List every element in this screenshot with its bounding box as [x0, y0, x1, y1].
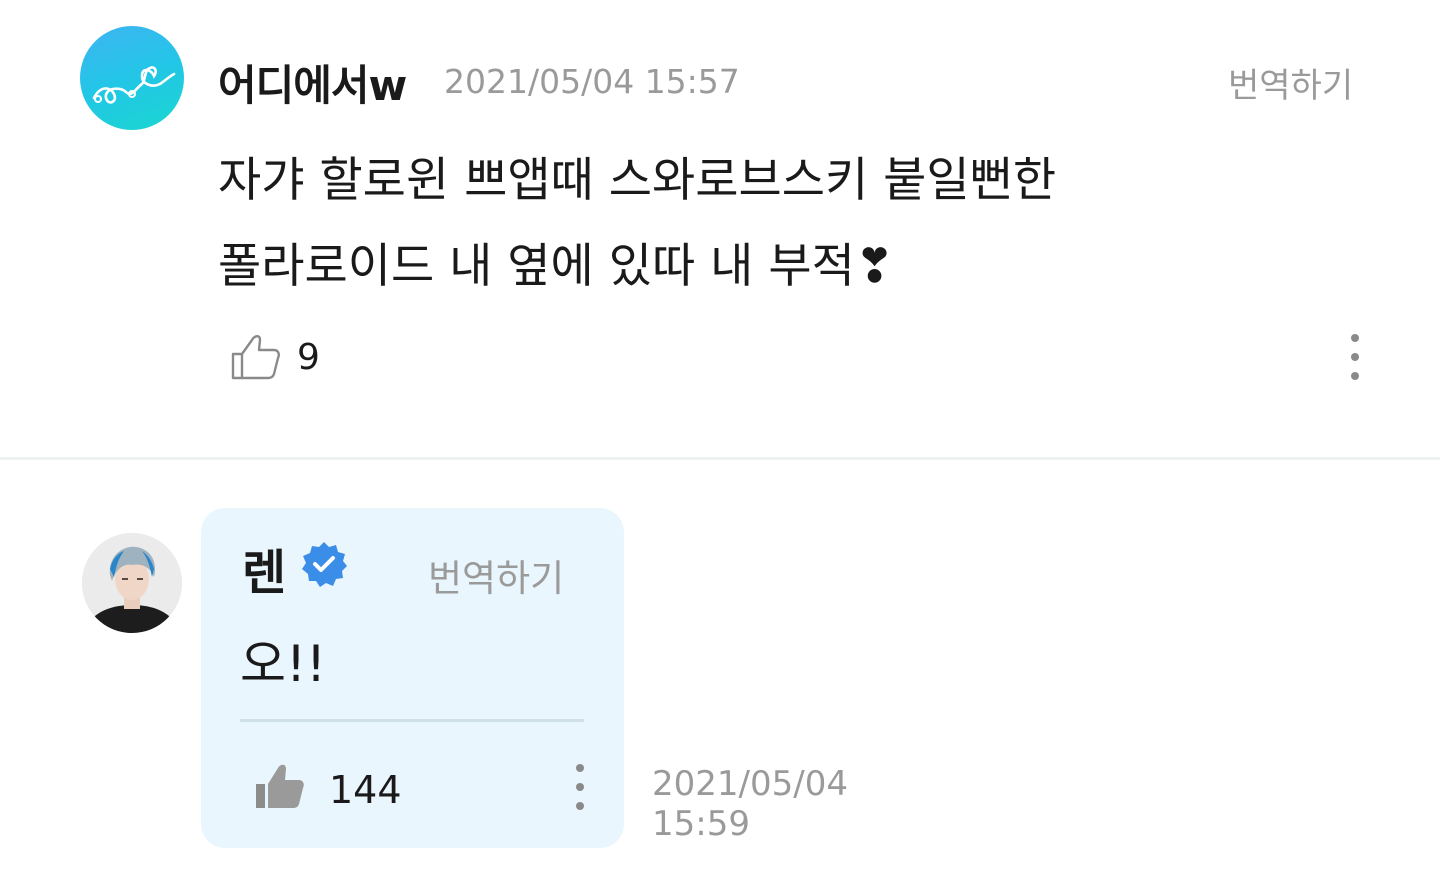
translate-button[interactable]: 번역하기: [428, 548, 564, 602]
heart-doodle-icon: [92, 66, 176, 104]
reply-avatar[interactable]: [82, 533, 182, 633]
reply-text: 오!!: [240, 635, 327, 693]
translate-button[interactable]: 번역하기: [1228, 58, 1353, 107]
reply-username[interactable]: 렌: [242, 533, 286, 603]
comment-text: 자갸 할로윈 쁘앱때 스와로브스키 붙일뻔한 폴라로이드 내 옆에 있따 내 부…: [218, 138, 1318, 310]
comment-text-line: 자갸 할로윈 쁘앱때 스와로브스키 붙일뻔한: [218, 153, 1057, 208]
like-count: 144: [329, 768, 402, 812]
reply-date: 2021/05/04 15:59: [652, 764, 892, 844]
bubble-divider: [240, 719, 584, 722]
thumbs-up-outline-icon[interactable]: [230, 330, 282, 382]
user-avatar[interactable]: [80, 26, 184, 130]
verified-badge-icon: [300, 540, 348, 588]
like-count: 9: [297, 337, 320, 378]
profile-photo-icon: [82, 533, 182, 633]
comment-date: 2021/05/04 15:57: [444, 62, 740, 101]
more-vertical-icon[interactable]: [1340, 330, 1370, 386]
more-vertical-icon[interactable]: [566, 760, 594, 814]
comment-text-line: 폴라로이드 내 옆에 있따 내 부적❣: [218, 239, 895, 294]
thumbs-up-filled-icon[interactable]: [254, 760, 306, 812]
divider: [0, 457, 1440, 460]
reply-time-line: 15:59: [652, 804, 750, 844]
reply-date-line: 2021/05/04: [652, 764, 848, 804]
comment-username[interactable]: 어디에서w: [218, 52, 407, 113]
